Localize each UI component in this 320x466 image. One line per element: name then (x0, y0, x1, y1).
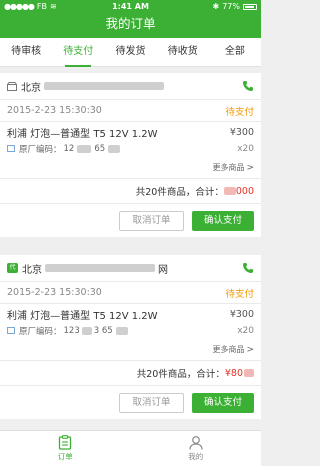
shop-row[interactable]: 北京 (0, 73, 261, 100)
more-products-link[interactable]: 更多商品 (212, 162, 244, 173)
shop-row[interactable]: 代 北京 网 (0, 255, 261, 282)
chevron-right-icon: > (246, 162, 254, 173)
redacted-text (45, 264, 155, 272)
status-bar: ●●●●● FB ≋ 1:41 AM ✱ 77% (0, 0, 261, 13)
product-name: 利浦 灯泡—普通型 T5 12V 1.2W (7, 129, 158, 140)
total-value: ¥80 (224, 367, 243, 379)
redacted-text (115, 326, 128, 335)
page-title: 我的订单 (105, 16, 156, 31)
order-time-row: 2015-2-23 15:30:30 待支付 (0, 100, 261, 122)
order-status: 待支付 (225, 288, 254, 300)
barcode-icon (7, 327, 15, 334)
product-row[interactable]: 利浦 灯泡—普通型 T5 12V 1.2W ¥300 (0, 304, 261, 322)
shop-icon (7, 81, 17, 91)
total-row: 共20件商品，合计： ¥80 (0, 361, 261, 386)
total-row: 共20件商品，合计： 000 (0, 179, 261, 204)
cancel-order-button[interactable]: 取消订单 (119, 210, 184, 231)
order-tabs: 待审核 待支付 待发货 待收货 全部 (0, 38, 261, 67)
nav-profile-label: 我的 (188, 452, 204, 461)
more-products-link[interactable]: 更多商品 (212, 344, 244, 355)
code-value: 123 (63, 325, 80, 336)
more-products-row[interactable]: 更多商品 > (0, 157, 261, 179)
tab-all[interactable]: 全部 (209, 38, 261, 66)
redacted-text (77, 144, 92, 153)
tab-pending-receipt[interactable]: 待收货 (157, 38, 209, 66)
redacted-text (223, 187, 236, 195)
barcode-icon (7, 145, 15, 152)
bottom-nav: 订单 我的 (0, 430, 261, 466)
redacted-text (108, 144, 121, 153)
order-card: 北京 2015-2-23 15:30:30 待支付 利浦 灯泡—普通型 T5 1… (0, 73, 261, 237)
product-code-row: 原厂编码： 12 65 x20 (0, 140, 261, 157)
chevron-right-icon: > (246, 344, 254, 355)
total-value: 000 (235, 185, 254, 197)
person-icon (189, 436, 203, 450)
order-time-row: 2015-2-23 15:30:30 待支付 (0, 282, 261, 304)
tab-pending-payment[interactable]: 待支付 (52, 38, 104, 67)
action-row: 取消订单 确认支付 (0, 204, 261, 237)
redacted-text (244, 369, 254, 377)
action-row: 取消订单 确认支付 (0, 386, 261, 419)
product-quantity: x20 (237, 143, 254, 154)
code-label: 原厂编码： (19, 144, 62, 155)
cancel-order-button[interactable]: 取消订单 (119, 392, 184, 413)
order-icon (59, 435, 72, 450)
product-price: ¥300 (229, 309, 254, 320)
total-label: 共20件商品，合计： (136, 369, 225, 380)
tab-pending-shipment[interactable]: 待发货 (104, 38, 156, 66)
battery-icon (243, 3, 257, 10)
more-products-row[interactable]: 更多商品 > (0, 339, 261, 361)
product-row[interactable]: 利浦 灯泡—普通型 T5 12V 1.2W ¥300 (0, 122, 261, 140)
nav-profile[interactable]: 我的 (131, 431, 262, 466)
product-quantity: x20 (237, 325, 254, 336)
app-header: ●●●●● FB ≋ 1:41 AM ✱ 77% 我的订单 (0, 0, 261, 38)
total-label: 共20件商品，合计： (135, 187, 224, 198)
code-value-2: 3 65 (93, 325, 113, 336)
confirm-payment-button[interactable]: 确认支付 (192, 392, 254, 413)
redacted-text (44, 82, 164, 90)
product-code-row: 原厂编码： 123 3 65 x20 (0, 322, 261, 339)
shop-name: 北京 (21, 82, 41, 94)
order-status: 待支付 (225, 106, 254, 118)
redacted-text (81, 326, 92, 335)
order-date: 2015-2-23 15:30:30 (7, 105, 102, 116)
code-value-2: 65 (94, 143, 106, 154)
shop-name: 北京 (22, 264, 42, 276)
product-price: ¥300 (229, 127, 254, 138)
confirm-payment-button[interactable]: 确认支付 (192, 210, 254, 231)
nav-orders-label: 订单 (57, 452, 73, 461)
phone-icon[interactable] (242, 262, 254, 274)
code-value: 12 (63, 143, 75, 154)
code-label: 原厂编码： (19, 326, 62, 337)
phone-icon[interactable] (242, 80, 254, 92)
shop-name-suffix: 网 (158, 264, 168, 276)
shop-logo-icon: 代 (7, 263, 18, 273)
tab-pending-review[interactable]: 待审核 (0, 38, 52, 66)
order-date: 2015-2-23 15:30:30 (7, 287, 102, 298)
nav-orders[interactable]: 订单 (0, 431, 131, 466)
status-time: 1:41 AM (112, 2, 149, 11)
order-card: 代 北京 网 2015-2-23 15:30:30 待支付 利浦 灯泡—普通型 … (0, 255, 261, 419)
product-name: 利浦 灯泡—普通型 T5 12V 1.2W (7, 311, 158, 322)
